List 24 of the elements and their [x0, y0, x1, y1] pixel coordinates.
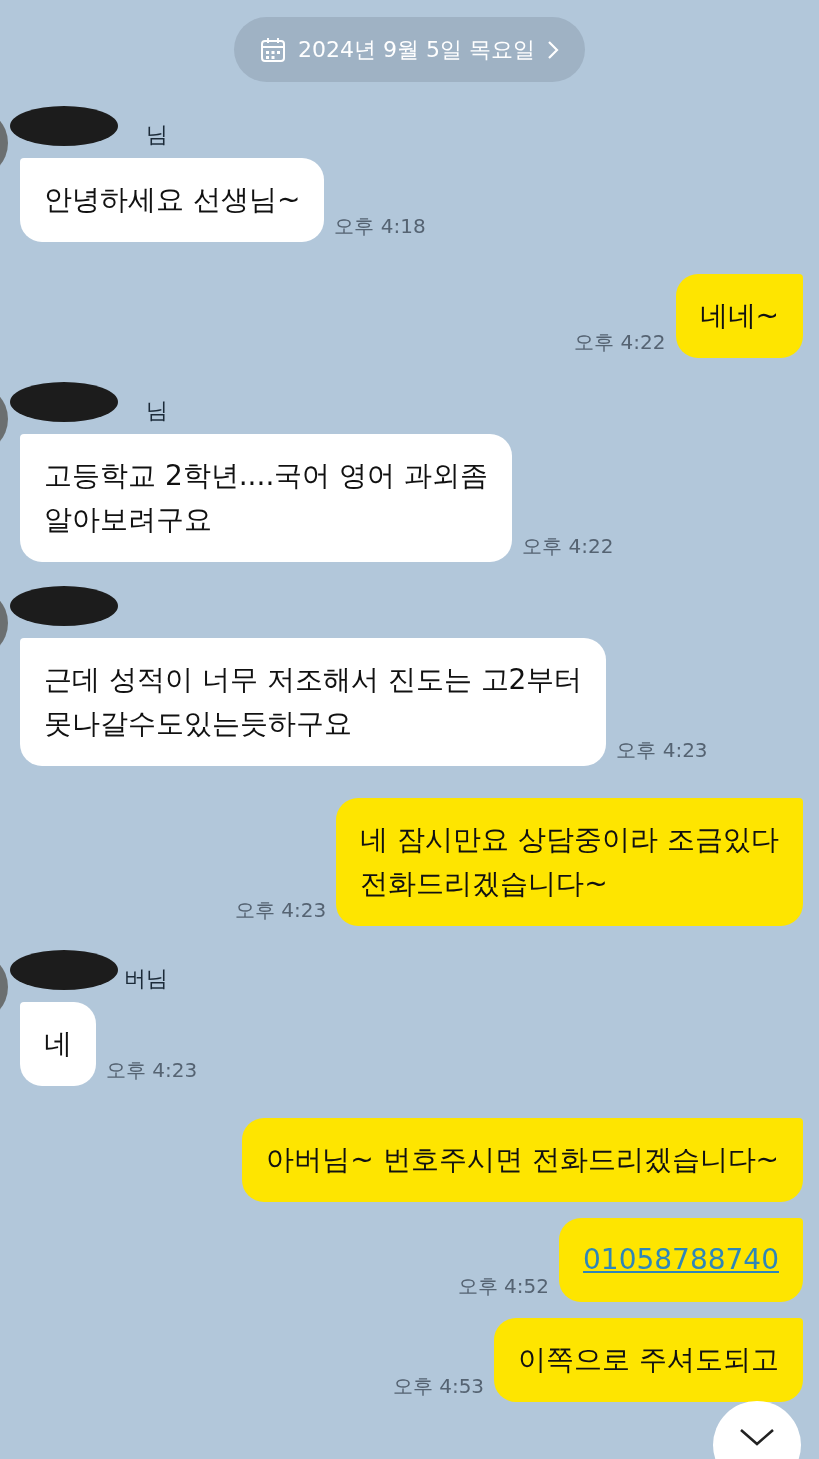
- chevron-down-icon: [739, 1427, 775, 1447]
- message-time: 오후 4:22: [574, 329, 666, 356]
- sender-name: 님: [146, 121, 168, 149]
- message-time: 오후 4:53: [392, 1373, 485, 1400]
- message-time: 오후 4:23: [616, 737, 708, 764]
- calendar-icon: [260, 36, 286, 63]
- sender-name: 버님: [124, 965, 168, 993]
- message-time: 오후 4:22: [522, 533, 614, 560]
- message-bubble: 네네~: [675, 274, 803, 358]
- message-time: 오후 4:18: [334, 213, 426, 240]
- message-bubble: 이쪽으로 주셔도되고: [494, 1318, 803, 1402]
- message-time: 오후 4:52: [457, 1273, 550, 1300]
- message-bubble: 아버님~ 번호주시면 전화드리겠습니다~: [242, 1118, 803, 1202]
- sender-name: 님: [146, 397, 168, 425]
- message-time: 오후 4:23: [235, 897, 327, 924]
- message-bubble: 네 잠시만요 상담중이라 조금있다 전화드리겠습니다~: [336, 798, 803, 926]
- chevron-right-icon: [547, 39, 559, 60]
- message-time: 오후 4:23: [106, 1057, 198, 1084]
- message-bubble: 안녕하세요 선생님~: [20, 158, 325, 242]
- date-divider[interactable]: 2024년 9월 5일 목요일: [234, 17, 585, 82]
- message-bubble: 고등학교 2학년....국어 영어 과외좀 알아보려구요: [20, 434, 513, 562]
- message-bubble: 근데 성적이 너무 저조해서 진도는 고2부터 못나갈수도있는듯하구요: [20, 638, 607, 766]
- phone-link[interactable]: 01058788740: [583, 1243, 779, 1276]
- message-bubble: 네: [20, 1002, 96, 1086]
